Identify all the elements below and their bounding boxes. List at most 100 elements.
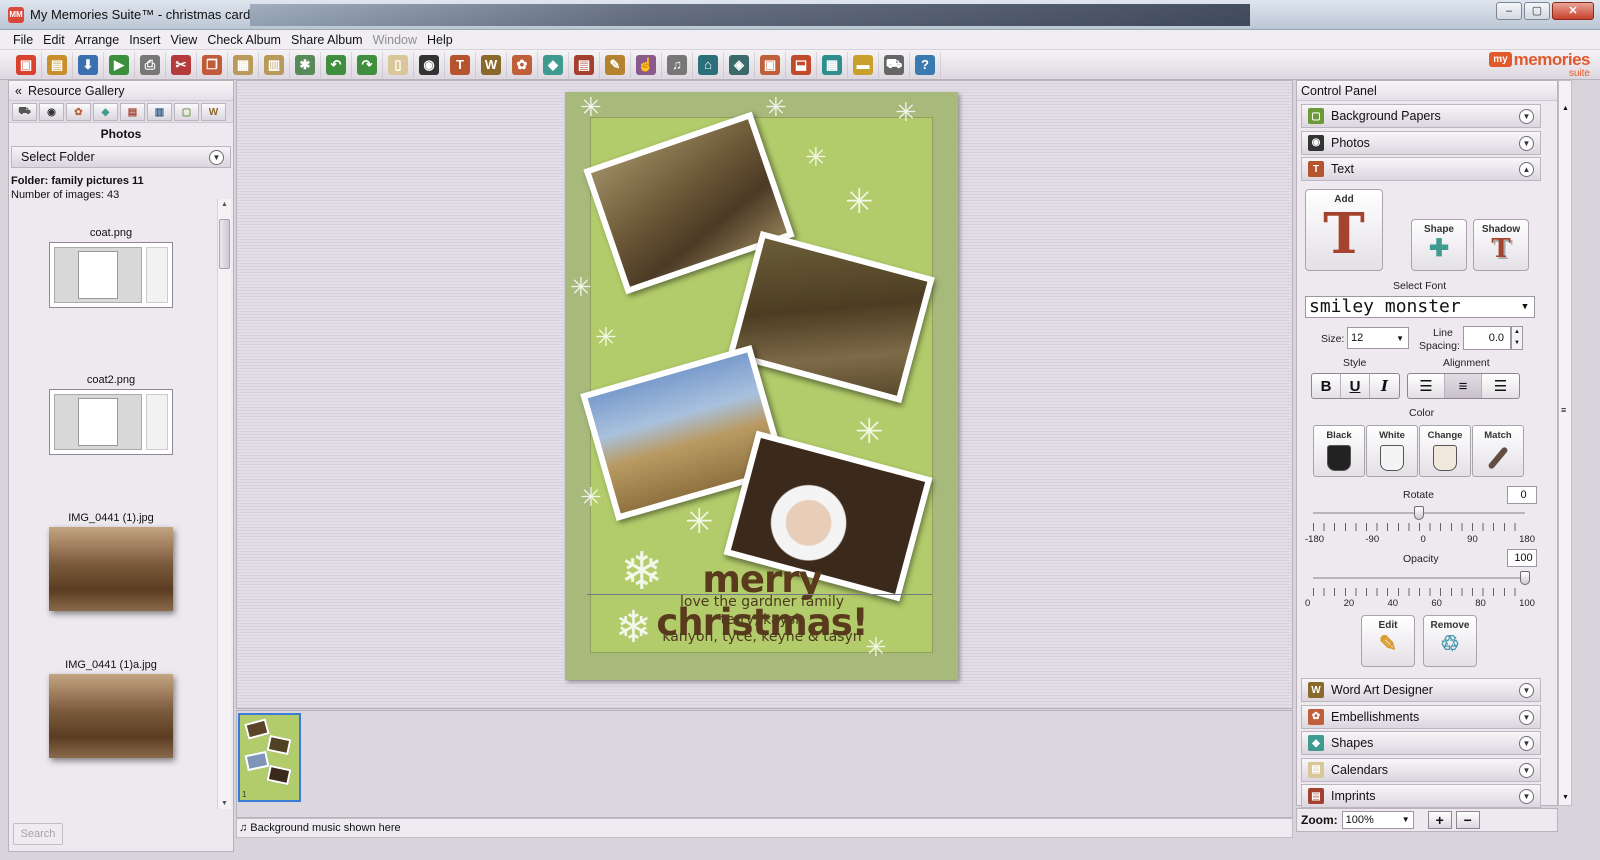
select-folder-dropdown[interactable]: Select Folder ▼ — [11, 146, 231, 168]
image-thumbnail[interactable]: coat2.png — [49, 374, 173, 455]
menu-window[interactable]: Window — [368, 33, 422, 47]
color-black-button[interactable]: Black — [1313, 425, 1365, 477]
cut-button[interactable]: ✂ — [166, 51, 197, 78]
edit-text-button[interactable]: Edit ✎ — [1361, 615, 1415, 667]
papers-tab[interactable]: ▢ — [174, 103, 199, 121]
print-button[interactable]: ⎙ — [135, 51, 166, 78]
blank-page-button[interactable]: ▯ — [383, 51, 414, 78]
card-signature-line-1[interactable]: love the gardner family — [592, 594, 932, 611]
layouts-tab[interactable]: ▥ — [147, 103, 172, 121]
section-background-papers[interactable]: ▢ Background Papers ▼ — [1301, 104, 1541, 128]
close-button[interactable]: ✕ — [1552, 2, 1594, 20]
open-button[interactable]: ▤ — [42, 51, 73, 78]
embellishment-button[interactable]: ✿ — [507, 51, 538, 78]
chevron-down-icon[interactable]: ▼ — [1519, 109, 1534, 124]
line-spacing-spinner[interactable]: ▲ ▼ — [1511, 326, 1523, 350]
undo-button[interactable]: ↶ — [321, 51, 352, 78]
rotate-input[interactable]: 0 — [1507, 486, 1537, 504]
section-imprints[interactable]: ▤ Imprints ▼ — [1301, 784, 1541, 808]
word-art-button[interactable]: W — [476, 51, 507, 78]
chevron-up-icon[interactable]: ▲ — [1519, 162, 1534, 177]
image-thumbnail[interactable]: coat.png — [49, 227, 173, 308]
menu-edit[interactable]: Edit — [38, 33, 70, 47]
grid-button[interactable]: ▦ — [817, 51, 848, 78]
page-thumbnail[interactable]: 1 — [238, 713, 301, 802]
rotate-slider[interactable] — [1313, 506, 1525, 522]
paste-special-button[interactable]: ▥ — [259, 51, 290, 78]
line-spacing-input[interactable]: 0.0 — [1463, 326, 1511, 350]
opacity-slider-knob[interactable] — [1520, 571, 1530, 585]
font-size-select[interactable]: 12 ▼ — [1347, 327, 1409, 349]
film-tab[interactable]: ▤ — [120, 103, 145, 121]
opacity-input[interactable]: 100 — [1507, 549, 1537, 567]
section-calendars[interactable]: ▤ Calendars ▼ — [1301, 757, 1541, 782]
remove-text-button[interactable]: Remove ♲ — [1423, 615, 1477, 667]
camera-button[interactable]: ◉ — [414, 51, 445, 78]
italic-button[interactable]: I — [1370, 374, 1399, 398]
film-button[interactable]: ▤ — [569, 51, 600, 78]
control-panel-scrollbar[interactable]: ▲ ≡ ▼ — [1558, 80, 1572, 806]
chevron-down-icon[interactable]: ▼ — [1519, 762, 1534, 778]
rotate-slider-knob[interactable] — [1414, 506, 1424, 520]
menu-share-album[interactable]: Share Album — [286, 33, 368, 47]
gallery-scrollbar[interactable]: ▲ ▼ — [217, 199, 231, 809]
section-word-art-designer[interactable]: W Word Art Designer ▼ — [1301, 678, 1541, 702]
align-left-button[interactable]: ☰ — [1408, 374, 1445, 398]
word-art-tab[interactable]: W — [201, 103, 226, 121]
scroll-down-icon[interactable]: ▼ — [1562, 794, 1569, 801]
background-music-bar[interactable]: ♫ Background music shown here — [236, 818, 1293, 838]
zoom-in-button[interactable]: + — [1427, 811, 1452, 829]
text-button[interactable]: T — [445, 51, 476, 78]
chevron-down-icon[interactable]: ▼ — [1519, 736, 1534, 751]
collapse-panel-icon[interactable]: « — [15, 84, 22, 98]
underline-button[interactable]: U — [1341, 374, 1370, 398]
scroll-grip-icon[interactable]: ≡ — [1561, 405, 1566, 415]
color-change-button[interactable]: Change — [1419, 425, 1471, 477]
filmstrip-button[interactable]: ▬ — [848, 51, 879, 78]
opacity-slider[interactable] — [1313, 571, 1530, 587]
scroll-up-icon[interactable]: ▲ — [221, 201, 228, 208]
shapes-tab[interactable]: ◆ — [93, 103, 118, 121]
photos-tab[interactable]: ◉ — [39, 103, 64, 121]
christmas-card-page[interactable]: ✳ ✳ ✳ ✳ ✳ ✳ ✳ ✳ ✳ ✳ ❄ ❄ ✳ merry christma… — [565, 92, 958, 680]
scroll-up-icon[interactable]: ▲ — [1562, 105, 1569, 112]
redo-button[interactable]: ↷ — [352, 51, 383, 78]
card-signature-line-2[interactable]: terry, kaysi, — [592, 612, 932, 629]
paste-button[interactable]: ▦ — [228, 51, 259, 78]
embellishments-tab[interactable]: ✿ — [66, 103, 91, 121]
menu-view[interactable]: View — [165, 33, 202, 47]
font-select[interactable]: smiley monster ▼ — [1305, 296, 1535, 318]
color-white-button[interactable]: White — [1366, 425, 1418, 477]
music-button[interactable]: ♫ — [662, 51, 693, 78]
search-button[interactable]: Search — [13, 823, 63, 845]
menu-arrange[interactable]: Arrange — [70, 33, 124, 47]
menu-insert[interactable]: Insert — [124, 33, 165, 47]
shapes-button[interactable]: ◆ — [538, 51, 569, 78]
home-button[interactable]: ⌂ — [693, 51, 724, 78]
zoom-out-button[interactable]: − — [1455, 811, 1480, 829]
align-center-button[interactable]: ≡ — [1445, 374, 1482, 398]
recolor-button[interactable]: ☝ — [631, 51, 662, 78]
save-button[interactable]: ⬇ — [73, 51, 104, 78]
text-shape-button[interactable]: Shape ✚ — [1411, 219, 1467, 271]
card-signature-line-3[interactable]: kanyon, tyce, keyne & tasyn — [592, 629, 932, 646]
menu-check-album[interactable]: Check Album — [202, 33, 286, 47]
add-text-button[interactable]: Add T — [1305, 189, 1383, 271]
copy-button[interactable]: ❐ — [197, 51, 228, 78]
chevron-down-icon[interactable]: ▼ — [1519, 789, 1534, 804]
page-button[interactable]: ◈ — [724, 51, 755, 78]
maximize-button[interactable]: ▢ — [1524, 2, 1550, 20]
chevron-down-icon[interactable]: ▼ — [1519, 135, 1534, 151]
tools-button[interactable]: ✱ — [290, 51, 321, 78]
chevron-down-icon[interactable]: ▼ — [1519, 709, 1534, 725]
align-right-button[interactable]: ☰ — [1482, 374, 1519, 398]
zoom-select[interactable]: 100% ▼ — [1341, 811, 1414, 829]
image-thumbnail[interactable]: IMG_0441 (1)a.jpg — [49, 659, 173, 758]
image-thumbnail[interactable]: IMG_0441 (1).jpg — [49, 512, 173, 611]
section-photos[interactable]: ◉ Photos ▼ — [1301, 130, 1541, 155]
preview-button[interactable]: ▶ — [104, 51, 135, 78]
brush-button[interactable]: ✎ — [600, 51, 631, 78]
section-shapes[interactable]: ◆ Shapes ▼ — [1301, 731, 1541, 755]
help-button[interactable]: ? — [910, 51, 941, 78]
text-shadow-button[interactable]: Shadow T — [1473, 219, 1529, 271]
